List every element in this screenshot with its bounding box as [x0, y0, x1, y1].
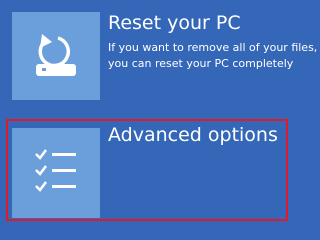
reset-pc-icon — [12, 12, 100, 100]
reset-pc-description-line-1: If you want to remove all of your files, — [108, 41, 318, 54]
selected-highlight — [6, 119, 288, 221]
reset-pc-tile[interactable]: Reset your PC If you want to remove all … — [0, 0, 318, 111]
reset-pc-description-line-2: you can reset your PC completely — [108, 57, 294, 70]
reset-pc-description: If you want to remove all of your files,… — [108, 40, 318, 72]
reset-pc-title: Reset your PC — [108, 12, 241, 34]
